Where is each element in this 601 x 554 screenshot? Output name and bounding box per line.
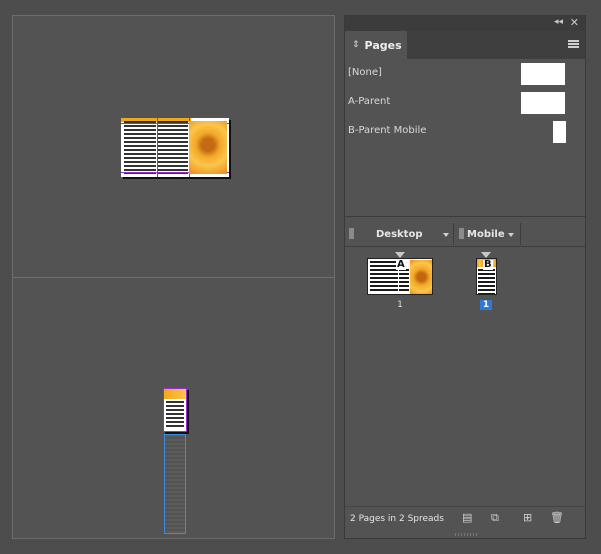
thumb-text [478,269,495,294]
page-number: 1 [480,300,492,310]
parent-label: B-Parent Mobile [348,125,427,136]
chevron-down-icon[interactable] [443,233,449,237]
tab-label: Pages [364,38,402,52]
up-down-arrows-icon: ⇕ [352,40,360,50]
double-chevron-left-icon[interactable]: ◂◂ [554,17,563,27]
thumb-image [410,260,432,294]
grip-icon [349,228,354,239]
parent-item-a[interactable]: A-Parent [348,92,565,114]
parent-pages-list: [None] A-Parent B-Parent Mobile [345,60,585,215]
alternate-layout-name: Desktop [376,228,423,240]
page-count-status: 2 Pages in 2 Spreads [350,514,444,524]
column-guide [157,118,158,177]
document-canvas[interactable] [12,15,335,539]
resize-grip[interactable] [455,533,477,536]
page-item-mobile-1[interactable]: B 1 [475,252,499,314]
mobile-page-preview[interactable] [163,388,187,432]
leopard-image [189,121,227,174]
create-alternate-layout-icon[interactable]: ⧉ [491,511,499,525]
edit-page-size-icon[interactable]: ▤ [462,511,472,525]
panel-divider[interactable] [345,216,585,217]
trash-icon[interactable]: 🗑 [550,511,564,525]
desktop-layout-pane[interactable] [13,16,334,277]
hamburger-menu-icon[interactable] [568,40,579,48]
panel-tab-bar: ⇕ Pages [345,31,585,59]
parent-item-b-mobile[interactable]: B-Parent Mobile [348,121,566,143]
mobile-text [166,401,184,429]
column-separator [453,223,454,245]
parent-thumbnail [553,121,566,143]
alternate-layout-desktop[interactable]: Desktop [345,221,453,247]
text-column [158,121,188,174]
page-thumbnail[interactable]: A [367,258,433,295]
page-thumbnail[interactable]: B [476,258,497,295]
panel-footer: 2 Pages in 2 Spreads ▤ ⧉ ⊞ 🗑 [345,506,585,530]
mobile-header-image [164,389,186,399]
desktop-spread-preview[interactable] [121,118,229,177]
pages-panel: ◂◂ ✕ ⇕ Pages [None] A-Parent B-Parent Mo… [344,15,586,539]
parent-thumbnail [521,63,565,85]
chevron-down-icon[interactable] [508,233,514,237]
new-page-icon[interactable]: ⊞ [523,511,532,525]
parent-item-none[interactable]: [None] [348,63,565,85]
tab-pages[interactable]: ⇕ Pages [345,31,407,59]
column-separator [520,223,521,245]
panel-title-bar[interactable]: ◂◂ ✕ [345,16,585,31]
text-column [124,121,156,174]
mobile-layout-pane[interactable] [13,278,334,538]
alternate-layout-name: Mobile [467,228,505,240]
page-item-desktop-1[interactable]: A 1 [367,252,433,314]
parent-thumbnail [521,92,565,114]
alternate-layouts-header: Desktop Mobile [345,221,585,247]
parent-badge: A [396,259,406,270]
thumb-text [399,269,409,293]
parent-badge: B [483,259,493,270]
overset-text-frame[interactable] [164,434,186,534]
parent-label: [None] [348,67,382,78]
grip-icon [459,228,464,239]
thumb-text [370,261,398,293]
parent-label: A-Parent [348,96,391,107]
close-icon[interactable]: ✕ [570,16,579,29]
page-number: 1 [397,300,403,310]
alternate-layout-mobile[interactable]: Mobile [455,221,519,247]
